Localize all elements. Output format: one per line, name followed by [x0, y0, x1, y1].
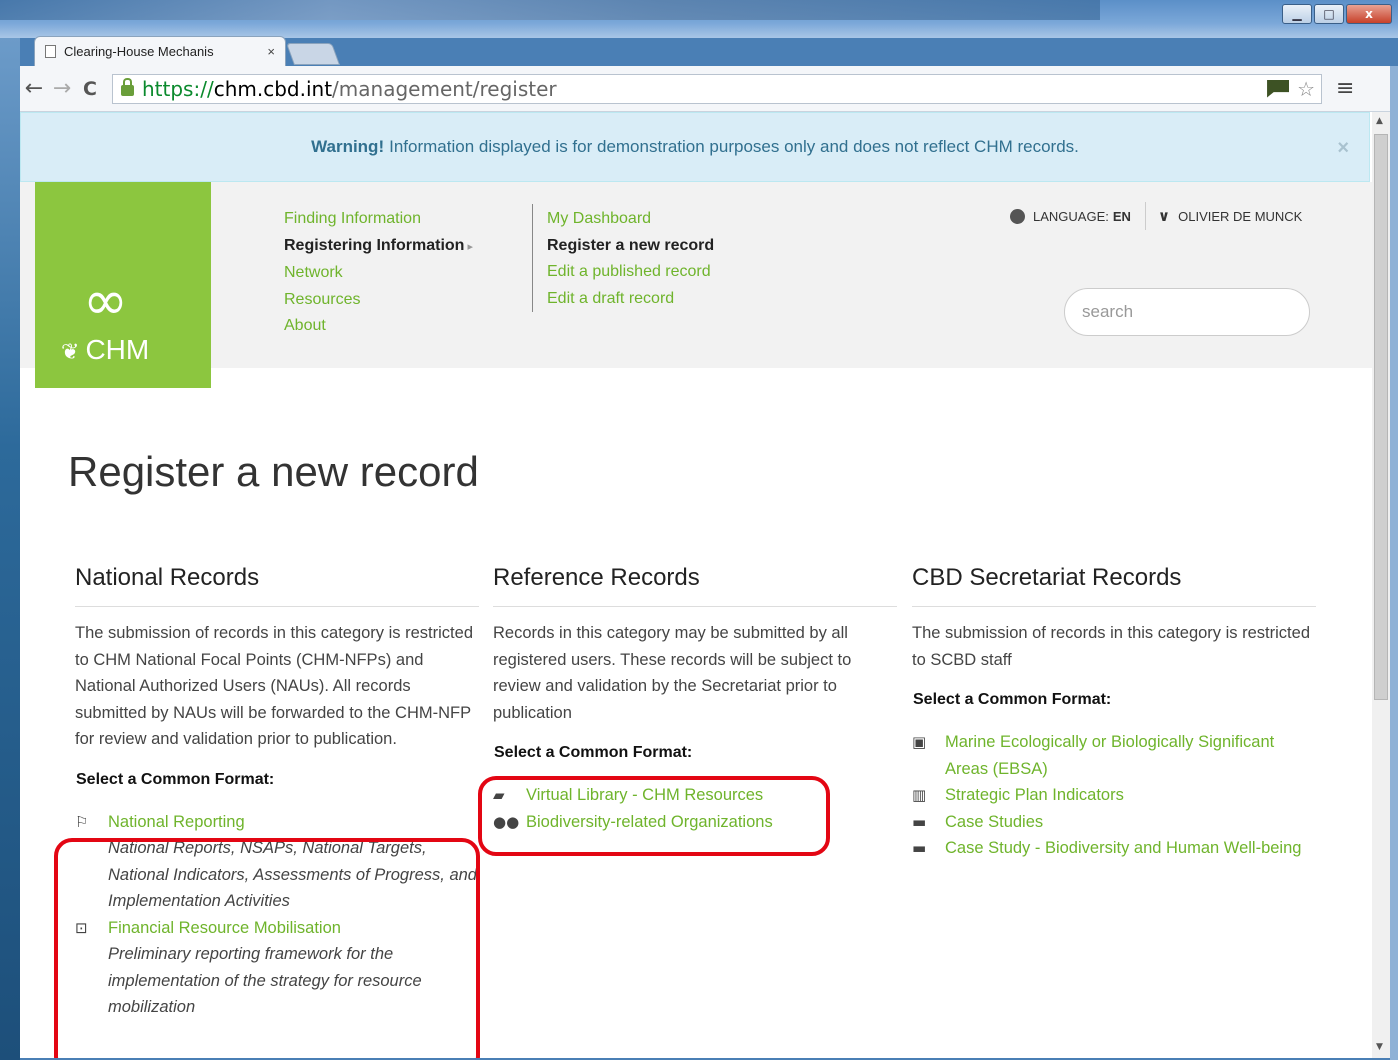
desktop-background-strip — [0, 0, 1100, 20]
url-path: /management/register — [332, 76, 557, 101]
format-link-national-reporting[interactable]: National Reporting — [108, 809, 479, 836]
select-format-label: Select a Common Format: — [494, 744, 693, 761]
language-selector[interactable]: LANGUAGE: EN — [1033, 209, 1131, 224]
nav-network[interactable]: Network — [284, 260, 473, 287]
extension-flag-icon[interactable] — [1267, 79, 1290, 98]
format-item: ▬ Case Studies — [912, 809, 1316, 836]
nav-about[interactable]: About — [284, 313, 473, 340]
scroll-down-icon[interactable]: ▼ — [1376, 1042, 1383, 1052]
user-name[interactable]: OLIVIER DE MUNCK — [1178, 209, 1302, 224]
warning-alert: Warning! Information displayed is for de… — [20, 112, 1370, 182]
bookmark-star-icon[interactable]: ☆ — [1297, 77, 1315, 101]
user-bar: LANGUAGE: EN ∨ OLIVIER DE MUNCK — [1010, 202, 1302, 230]
subnav-my-dashboard[interactable]: My Dashboard — [547, 206, 714, 233]
nav-resources[interactable]: Resources — [284, 287, 473, 314]
column-title: Reference Records — [493, 564, 897, 607]
browser-tab[interactable]: Clearing-House Mechanis × — [34, 36, 286, 66]
language-label: LANGUAGE: — [1033, 208, 1109, 224]
globe-icon — [1010, 208, 1025, 224]
logo-text: CHM — [85, 334, 150, 365]
minimize-button[interactable]: ▁ — [1282, 4, 1312, 24]
window-right-edge — [1390, 66, 1398, 1060]
infinity-loop-icon: ∞ — [83, 269, 128, 332]
chm-logo[interactable]: ∞ ❦ CHM — [35, 182, 211, 388]
highlight-reference-formats — [478, 776, 830, 856]
highlight-national-formats — [54, 838, 480, 1058]
new-tab-button[interactable] — [285, 43, 341, 65]
format-link-ebsa[interactable]: Marine Ecologically or Biologically Sign… — [945, 729, 1316, 782]
alert-close-button[interactable]: × — [1337, 137, 1349, 160]
window-titlebar: ▁ □ x — [0, 0, 1398, 38]
scroll-up-icon[interactable]: ▲ — [1376, 116, 1383, 126]
folder-open-icon: ▬ — [912, 812, 927, 831]
format-link-case-studies[interactable]: Case Studies — [945, 809, 1043, 836]
lock-icon — [121, 78, 134, 96]
column-description: The submission of records in this catego… — [912, 624, 1310, 669]
nav-divider — [532, 204, 533, 312]
select-format-label: Select a Common Format: — [76, 770, 275, 788]
url-scheme: https:// — [142, 76, 214, 101]
format-link-strategic-plan-indicators[interactable]: Strategic Plan Indicators — [945, 782, 1124, 809]
scrollbar[interactable]: ▲ ▼ — [1372, 112, 1390, 1058]
column-title: CBD Secretariat Records — [912, 564, 1316, 607]
window-controls: ▁ □ x — [1280, 4, 1392, 24]
select-format-label: Select a Common Format: — [913, 691, 1112, 708]
format-item: ▬ Case Study - Biodiversity and Human We… — [912, 835, 1316, 862]
chevron-down-icon: ∨ — [1157, 207, 1171, 225]
tab-close-button[interactable]: × — [267, 44, 275, 59]
window-left-edge — [0, 38, 20, 1060]
main-nav: Finding Information Registering Informat… — [284, 206, 473, 340]
address-bar[interactable]: https://chm.cbd.int/management/register … — [112, 73, 1322, 104]
page-title: Register a new record — [68, 448, 479, 495]
format-item: ▣ Marine Ecologically or Biologically Si… — [912, 729, 1316, 782]
forward-button[interactable]: → — [48, 76, 76, 101]
url-host: chm.cbd.int — [213, 76, 333, 101]
search-input[interactable]: search — [1064, 288, 1310, 336]
maximize-button[interactable]: □ — [1314, 4, 1344, 24]
nav-registering-information[interactable]: Registering Information — [284, 233, 473, 261]
column-title: National Records — [75, 564, 479, 607]
alert-strong: Warning! — [311, 137, 385, 156]
cbd-secretariat-records-column: CBD Secretariat Records The submission o… — [912, 564, 1316, 862]
format-link-case-study-human-wellbeing[interactable]: Case Study - Biodiversity and Human Well… — [945, 835, 1301, 862]
user-separator — [1144, 202, 1146, 230]
folder-open-icon: ▬ — [912, 839, 927, 857]
column-description: Records in this category may be submitte… — [493, 624, 852, 722]
menu-icon[interactable]: ≡ — [1336, 76, 1354, 101]
subnav-edit-published-record[interactable]: Edit a published record — [547, 259, 714, 286]
reload-button[interactable]: C — [76, 78, 104, 100]
picture-icon: ▣ — [912, 733, 927, 751]
scroll-thumb[interactable] — [1374, 134, 1388, 700]
document-icon — [45, 45, 56, 58]
back-button[interactable]: ← — [20, 76, 48, 101]
subnav-register-new-record[interactable]: Register a new record — [547, 233, 714, 260]
nav-finding-information[interactable]: Finding Information — [284, 206, 473, 233]
sub-nav: My Dashboard Register a new record Edit … — [547, 206, 714, 312]
bar-chart-icon: ▥ — [912, 786, 927, 804]
alert-text: Information displayed is for demonstrati… — [389, 137, 1079, 156]
column-description: The submission of records in this catego… — [75, 624, 473, 748]
close-window-button[interactable]: x — [1346, 4, 1392, 24]
page-viewport: Warning! Information displayed is for de… — [20, 112, 1372, 1058]
leaf-icon: ❦ — [61, 340, 80, 365]
browser-toolbar: ← → C https://chm.cbd.int/management/reg… — [20, 66, 1390, 112]
language-code: EN — [1112, 208, 1131, 224]
subnav-edit-draft-record[interactable]: Edit a draft record — [547, 286, 714, 313]
format-item: ▥ Strategic Plan Indicators — [912, 782, 1316, 809]
tab-title: Clearing-House Mechanis — [64, 44, 214, 59]
